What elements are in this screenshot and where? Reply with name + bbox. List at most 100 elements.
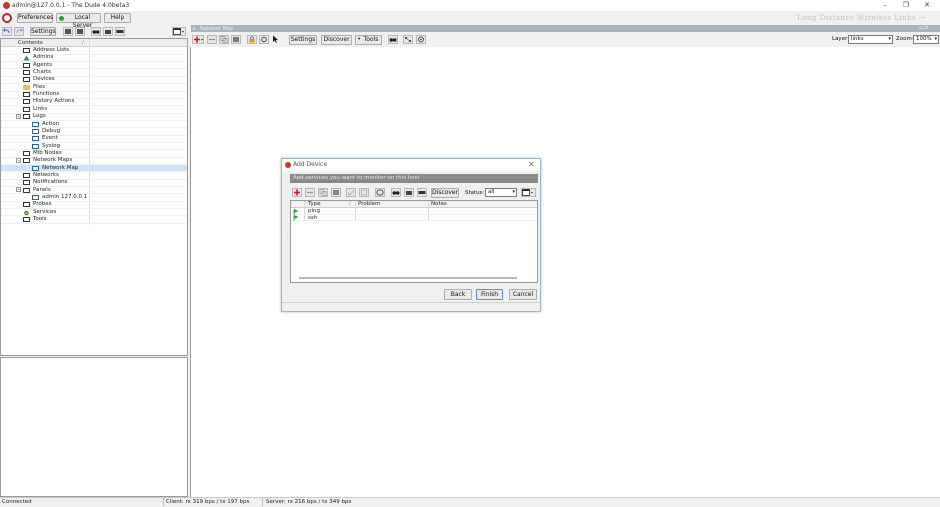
dialog-discover-button[interactable]: Discover [431, 188, 459, 198]
tree-item-label: Charts [33, 69, 51, 76]
view-options-button[interactable] [172, 27, 186, 36]
dialog-refresh-button[interactable] [375, 188, 385, 197]
column-header-type[interactable]: Type [308, 201, 321, 208]
dialog-close-button[interactable]: ✕ [528, 160, 535, 169]
tree-item[interactable]: Functions [1, 91, 187, 99]
table-row[interactable]: ssh [291, 215, 537, 221]
list-icon [23, 92, 30, 98]
disable-icon [361, 189, 367, 196]
tree-item[interactable]: Mib Nodes [1, 150, 187, 158]
map-discover-button[interactable]: Discover [321, 35, 352, 45]
tree-item[interactable]: Notifications [1, 179, 187, 188]
notes-button[interactable] [115, 27, 125, 36]
tree-item-label: Network Map [42, 164, 79, 171]
pointer-tool-button[interactable] [271, 35, 281, 44]
dialog-view-options-button[interactable] [521, 188, 536, 197]
help-button[interactable]: Help [104, 13, 131, 23]
status-filter-value: all [488, 189, 495, 195]
lock-button[interactable] [247, 35, 257, 44]
tree-item[interactable]: History Actions [1, 98, 187, 107]
tree-item[interactable]: Charts [1, 69, 187, 77]
tree-item[interactable]: Syslog [1, 143, 187, 151]
preferences-button[interactable]: Preferences [17, 13, 53, 23]
table-row[interactable]: ping [291, 208, 537, 215]
tree-item[interactable]: Address Lists [1, 47, 187, 55]
paste-icon [333, 190, 339, 195]
tree-item[interactable]: Agents [1, 62, 187, 70]
refresh-button[interactable] [259, 35, 269, 44]
notes-icon [116, 30, 124, 33]
tree-item[interactable]: Tools [1, 216, 187, 224]
tree-item[interactable]: Admins [1, 54, 187, 63]
tree-item-label: Files [33, 83, 46, 90]
admin-icon [23, 55, 30, 61]
dialog-paste-button[interactable] [331, 188, 341, 197]
tree-item-label: Links [33, 105, 48, 112]
collapse-toggle-icon[interactable]: − [16, 187, 21, 193]
tree-item-label: History Actions [33, 98, 75, 105]
column-header-problem[interactable]: Problem [358, 201, 381, 208]
dialog-notes-button[interactable] [417, 188, 427, 197]
layer-select[interactable]: links ▾ [848, 35, 893, 44]
tree-item[interactable]: − Panels [1, 187, 187, 195]
tree-item[interactable]: admin 127.0.0.1 [1, 194, 187, 202]
back-button[interactable]: Back [444, 289, 472, 300]
cancel-button[interactable]: Cancel [509, 289, 537, 300]
tree-item[interactable]: Event [1, 135, 187, 143]
tree-item[interactable]: − Network Maps [1, 157, 187, 166]
horizontal-scrollbar[interactable] [299, 277, 517, 279]
auto-arrange-button[interactable] [403, 35, 413, 44]
status-filter-select[interactable]: all ▾ [485, 188, 517, 197]
tab-window-controls[interactable]: ▫▫✕ [918, 25, 929, 31]
maximize-button[interactable]: ❐ [897, 1, 915, 10]
add-item-button[interactable] [192, 35, 204, 44]
import-icon [77, 29, 83, 34]
local-server-button[interactable]: Local Server [56, 13, 101, 29]
minimize-button[interactable]: – [876, 1, 894, 10]
find-button[interactable] [91, 27, 101, 36]
tree-item[interactable]: Action [1, 121, 187, 129]
dialog-copy-button[interactable] [318, 188, 328, 197]
tree-item[interactable]: Network Map [1, 164, 187, 173]
tree-item[interactable]: Debug [1, 128, 187, 136]
tree-item[interactable]: − Logs [1, 113, 187, 121]
list-icon [23, 202, 30, 208]
remove-item-button[interactable] [207, 35, 217, 44]
tree-item[interactable]: Probes [1, 201, 187, 210]
dialog-footer-separator [282, 302, 540, 303]
import-button[interactable] [75, 27, 85, 36]
finish-button[interactable]: Finish [476, 289, 503, 300]
column-header-notes[interactable]: Notes [431, 201, 447, 208]
close-window-button[interactable]: ✕ [918, 1, 936, 10]
back-nav-button[interactable] [2, 27, 12, 36]
tree-item[interactable]: Links [1, 105, 187, 114]
tree-item[interactable]: Services [1, 209, 187, 217]
dialog-print-button[interactable] [404, 188, 414, 197]
tree-item[interactable]: Files [1, 83, 187, 92]
collapse-toggle-icon[interactable]: − [16, 157, 21, 163]
dialog-find-button[interactable] [391, 188, 401, 197]
disable-button[interactable] [359, 188, 369, 197]
map-tools-button[interactable]: ▾ Tools [355, 35, 382, 45]
export-button[interactable] [63, 27, 73, 36]
map-settings-button[interactable]: Settings [289, 35, 317, 45]
print-button[interactable] [103, 27, 113, 36]
network-map-tab[interactable] [191, 25, 940, 32]
enable-button[interactable] [346, 188, 356, 197]
list-icon [23, 114, 30, 120]
copy-button[interactable] [219, 35, 229, 44]
tree-item[interactable]: Networks [1, 172, 187, 180]
zoom-select[interactable]: 100% ▾ [913, 35, 939, 44]
left-settings-button[interactable]: Settings [30, 27, 56, 36]
add-service-button[interactable] [292, 188, 302, 197]
remove-service-button[interactable] [305, 188, 315, 197]
dialog-resize-grip-icon[interactable]: ⋮ [285, 234, 290, 240]
layout-button[interactable] [416, 35, 426, 44]
collapse-toggle-icon[interactable]: − [16, 113, 21, 119]
green-flag-icon [293, 208, 298, 215]
map-find-button[interactable] [388, 35, 398, 44]
paste-button[interactable] [231, 35, 241, 44]
tree-item[interactable]: Devices [1, 76, 187, 85]
forward-nav-button[interactable] [14, 27, 24, 36]
tree-item-label: admin 127.0.0.1 [42, 194, 88, 200]
